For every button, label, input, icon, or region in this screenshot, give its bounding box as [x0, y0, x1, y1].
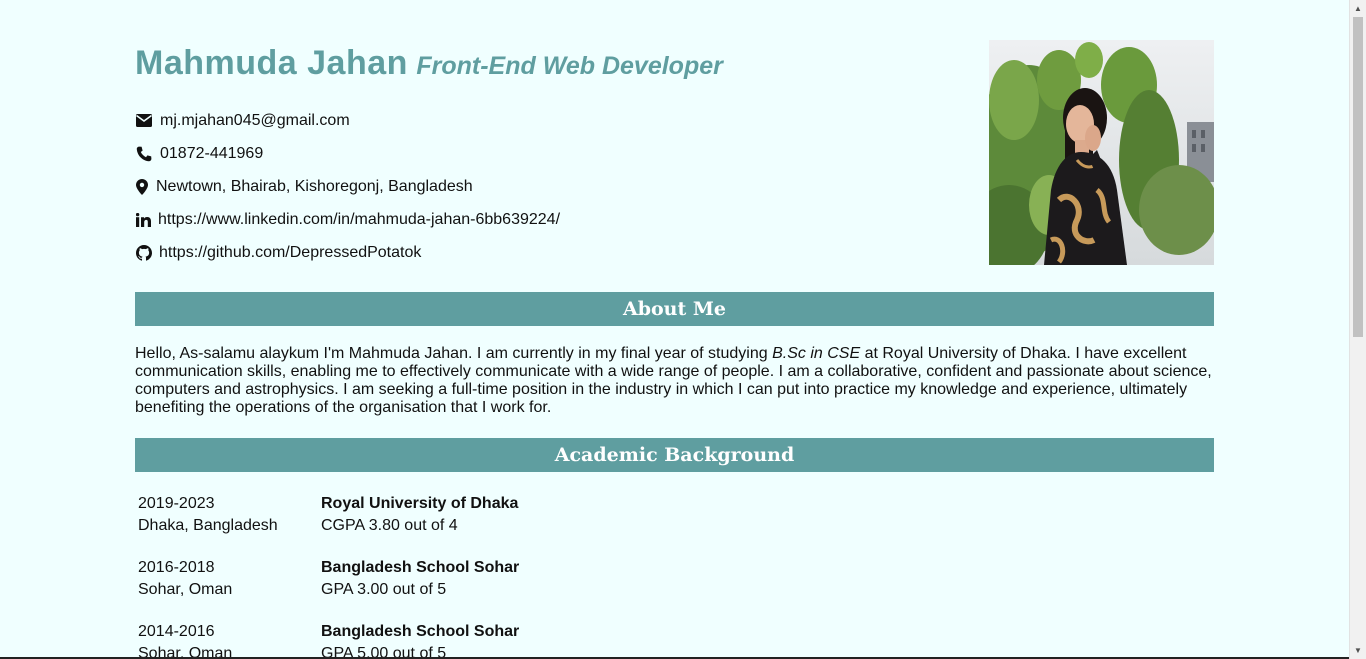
- education-years: 2019-2023: [138, 495, 215, 512]
- location-pin-icon: [135, 178, 148, 195]
- github-link[interactable]: https://github.com/DepressedPotatok: [159, 244, 421, 262]
- title-line: Mahmuda Jahan Front-End Web Developer: [135, 44, 723, 83]
- linkedin-icon: [135, 211, 152, 228]
- contact-list: mj.mjahan045@gmail.com 01872-441969 Newt…: [135, 104, 560, 269]
- phone-icon: [135, 145, 152, 162]
- about-me-text: Hello, As-salamu alaykum I'm Mahmuda Jah…: [135, 345, 1212, 416]
- education-item: 2019-2023 Dhaka, Bangladesh Royal Univer…: [138, 493, 1214, 557]
- education-result: CGPA 3.80 out of 4: [321, 517, 458, 534]
- email-link[interactable]: mj.mjahan045@gmail.com: [160, 112, 350, 130]
- person-name: Mahmuda Jahan: [135, 44, 408, 82]
- education-item: 2016-2018 Sohar, Oman Bangladesh School …: [138, 557, 1214, 621]
- contact-linkedin: https://www.linkedin.com/in/mahmuda-jaha…: [135, 203, 560, 236]
- education-years: 2016-2018: [138, 559, 215, 576]
- address-text: Newtown, Bhairab, Kishoregonj, Banglades…: [156, 177, 473, 195]
- phone-number: 01872-441969: [160, 144, 264, 162]
- vertical-scrollbar[interactable]: ▲ ▼: [1349, 0, 1366, 659]
- education-item: 2014-2016 Sohar, Oman Bangladesh School …: [138, 621, 1214, 659]
- about-me-heading: About Me: [135, 292, 1214, 326]
- institution-name: Bangladesh School Sohar: [321, 559, 520, 576]
- contact-github: https://github.com/DepressedPotatok: [135, 236, 560, 269]
- github-icon: [135, 244, 152, 261]
- education-location: Dhaka, Bangladesh: [138, 517, 278, 534]
- contact-phone: 01872-441969: [135, 137, 560, 170]
- resume-header: Mahmuda Jahan Front-End Web Developer mj…: [135, 40, 1214, 265]
- academic-background-heading: Academic Background: [135, 438, 1214, 472]
- resume-page: Mahmuda Jahan Front-End Web Developer mj…: [0, 0, 1349, 659]
- scrollbar-thumb[interactable]: [1353, 17, 1363, 337]
- institution-name: Bangladesh School Sohar: [321, 623, 520, 640]
- job-title: Front-End Web Developer: [416, 52, 723, 80]
- scroll-down-arrow-icon[interactable]: ▼: [1350, 642, 1366, 659]
- contact-address: Newtown, Bhairab, Kishoregonj, Banglades…: [135, 170, 560, 203]
- degree-name: B.Sc in CSE: [772, 345, 861, 362]
- education-result: GPA 3.00 out of 5: [321, 581, 447, 598]
- institution-name: Royal University of Dhaka: [321, 495, 519, 512]
- linkedin-link[interactable]: https://www.linkedin.com/in/mahmuda-jaha…: [158, 211, 560, 229]
- education-list: 2019-2023 Dhaka, Bangladesh Royal Univer…: [138, 493, 1214, 659]
- profile-photo: [989, 40, 1214, 265]
- education-years: 2014-2016: [138, 623, 215, 640]
- scroll-up-arrow-icon[interactable]: ▲: [1350, 0, 1366, 17]
- education-location: Sohar, Oman: [138, 581, 233, 598]
- contact-email: mj.mjahan045@gmail.com: [135, 104, 560, 137]
- envelope-icon: [135, 112, 152, 129]
